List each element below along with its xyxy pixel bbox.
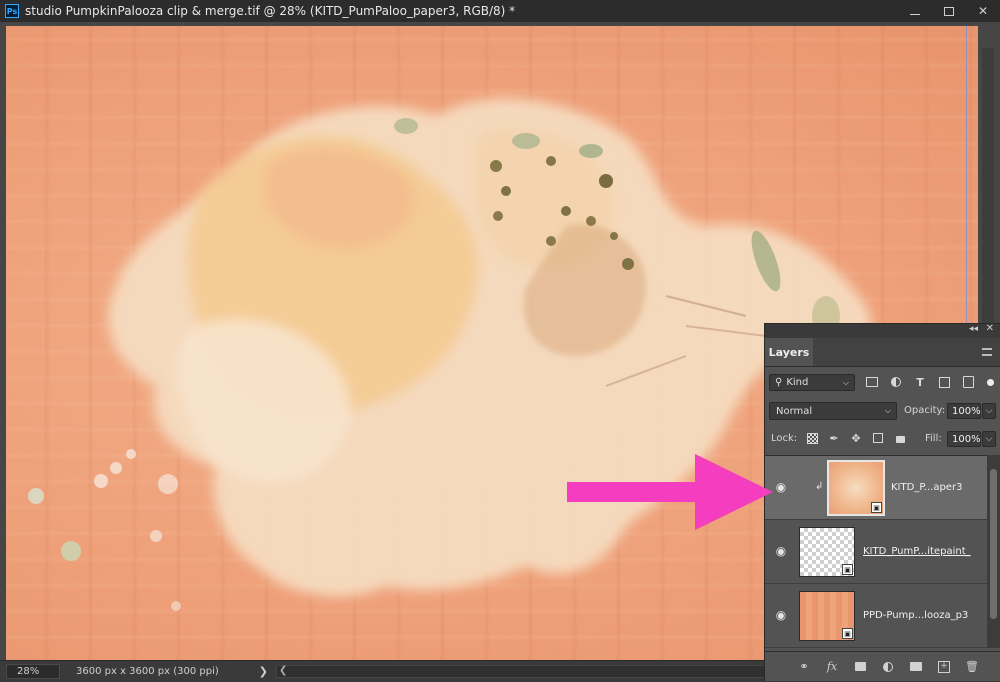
new-layer-icon[interactable]: + [937,660,951,674]
lock-label: Lock: [771,433,798,444]
adjustment-icon[interactable] [881,660,895,674]
trash-icon[interactable]: 🗑 [965,660,979,674]
document-title: studio PumpkinPalooza clip & merge.tif @… [25,4,516,18]
link-icon[interactable]: ⚭ [797,660,811,674]
adjustment-filter-icon[interactable] [889,375,903,389]
half-circle-icon [891,377,901,387]
smart-object-badge-icon: ▣ [871,502,882,513]
blend-mode-select[interactable]: Normal ⌵ [769,402,897,420]
panel-menu-icon[interactable] [982,348,992,356]
image-filter-icon[interactable] [865,375,879,389]
close-window-button[interactable]: ✕ [966,0,1000,22]
move-icon: ✥ [851,431,861,445]
mask-shape-icon [854,662,866,671]
layers-panel: ◂◂ ✕ Layers ⚲ Kind ⌵ T Normal ⌵ Opacity:… [764,323,1000,681]
opacity-field[interactable]: 100% [947,403,981,419]
chevron-down-icon: ⌵ [985,434,993,444]
folder-shape-icon [910,662,922,671]
layer-name[interactable]: KITD_P...aper3 [891,482,962,493]
restore-button[interactable] [932,0,966,22]
layer-filter-row: ⚲ Kind ⌵ T [769,372,997,394]
canvas-horizontal-scrollbar[interactable]: ❮ [276,665,787,678]
search-icon: ⚲ [775,377,783,388]
visibility-eye-icon[interactable]: ◉ [773,544,789,558]
chevron-down-icon: ⌵ [842,377,849,387]
title-bar: Ps studio PumpkinPalooza clip & merge.ti… [0,0,1000,22]
image-icon [866,377,878,387]
layer-row-kitd-paper3[interactable]: ◉ ↲ ▣ KITD_P...aper3 [765,456,987,520]
padlock-icon [895,436,905,443]
blend-mode-value: Normal [776,405,813,417]
annotation-arrow [567,454,773,530]
smart-object-badge-icon: ▣ [842,628,853,639]
close-panel-icon[interactable]: ✕ [986,323,994,334]
type-icon: T [916,375,924,389]
lock-row: Lock: ✒ ✥ Fill: 100% ⌵ [769,430,997,450]
guide-line [966,26,967,326]
status-menu-arrow-icon[interactable]: ❯ [259,665,268,678]
type-filter-icon[interactable]: T [913,375,927,389]
artboard-icon [873,433,883,443]
scroll-left-icon[interactable]: ❮ [279,665,287,676]
close-icon: ✕ [977,4,989,18]
brush-icon: ✒ [829,431,839,445]
layer-row-kitd-paint[interactable]: ◉ ▣ KITD_PumP...itepaint_ [765,520,987,584]
lock-artboard-icon[interactable] [871,431,885,445]
plus-square-icon: + [938,660,950,673]
document-info: 3600 px x 3600 px (300 ppi) [76,666,219,677]
folder-icon[interactable] [909,660,923,674]
shape-icon [938,376,950,388]
filter-kind-select[interactable]: ⚲ Kind ⌵ [769,374,855,391]
lock-transparency-icon[interactable] [805,431,819,445]
panel-tab-row: Layers [765,338,1000,367]
lock-position-icon[interactable]: ✥ [849,431,863,445]
opacity-dropdown[interactable]: ⌵ [982,403,996,419]
smart-object-badge-icon: ▣ [842,564,853,575]
layer-thumbnail[interactable]: ▣ [799,527,855,577]
fill-dropdown[interactable]: ⌵ [982,431,996,447]
smart-object-icon [962,376,974,388]
smart-object-filter-icon[interactable] [961,375,975,389]
layer-row-ppd-paper[interactable]: ◉ ▣ PPD-Pump...looza_p3 [765,584,987,648]
zoom-level-field[interactable]: 28% [6,664,60,679]
chevron-down-icon: ⌵ [985,406,993,416]
mask-icon[interactable] [853,660,867,674]
arrow-shape [567,454,773,530]
opacity-label: Opacity: [904,405,946,416]
clipping-arrow-icon: ↲ [815,481,824,492]
filter-kind-label: Kind [786,377,809,388]
half-circle-icon [883,661,893,672]
lock-all-icon[interactable] [893,431,907,445]
layer-list: ◉ ↲ ▣ KITD_P...aper3 ◉ ▣ KITD_PumP...ite… [765,455,987,649]
minimize-icon [910,13,920,15]
photoshop-app-icon: Ps [5,4,19,18]
layers-vertical-scrollbar[interactable] [987,455,1000,648]
fill-field[interactable]: 100% [947,431,981,447]
fx-icon[interactable]: fx [825,660,839,674]
panel-header-bar: ◂◂ ✕ [765,323,1000,338]
minimize-button[interactable] [898,0,932,22]
scrollbar-thumb[interactable] [990,469,997,619]
fill-label: Fill: [925,433,942,444]
layer-thumbnail[interactable]: ▣ [827,460,885,516]
visibility-eye-icon[interactable]: ◉ [773,480,789,494]
filter-toggle[interactable] [983,375,997,389]
visibility-eye-icon[interactable]: ◉ [773,608,789,622]
blend-row: Normal ⌵ Opacity: 100% ⌵ [769,402,997,422]
layer-name[interactable]: KITD_PumP...itepaint_ [863,546,971,557]
chevron-down-icon: ⌵ [884,406,891,415]
canvas-vertical-scrollbar[interactable] [982,48,994,348]
restore-icon [944,6,954,16]
layer-name[interactable]: PPD-Pump...looza_p3 [863,610,968,621]
toggle-knob-icon [986,378,994,386]
tab-layers[interactable]: Layers [765,338,813,366]
checker-icon [806,432,818,444]
layer-thumbnail[interactable]: ▣ [799,591,855,641]
collapse-panel-icon[interactable]: ◂◂ [969,324,978,334]
shape-filter-icon[interactable] [937,375,951,389]
lock-pixels-icon[interactable]: ✒ [827,431,841,445]
layers-panel-footer: ⚭ fx + 🗑 [765,651,1000,681]
